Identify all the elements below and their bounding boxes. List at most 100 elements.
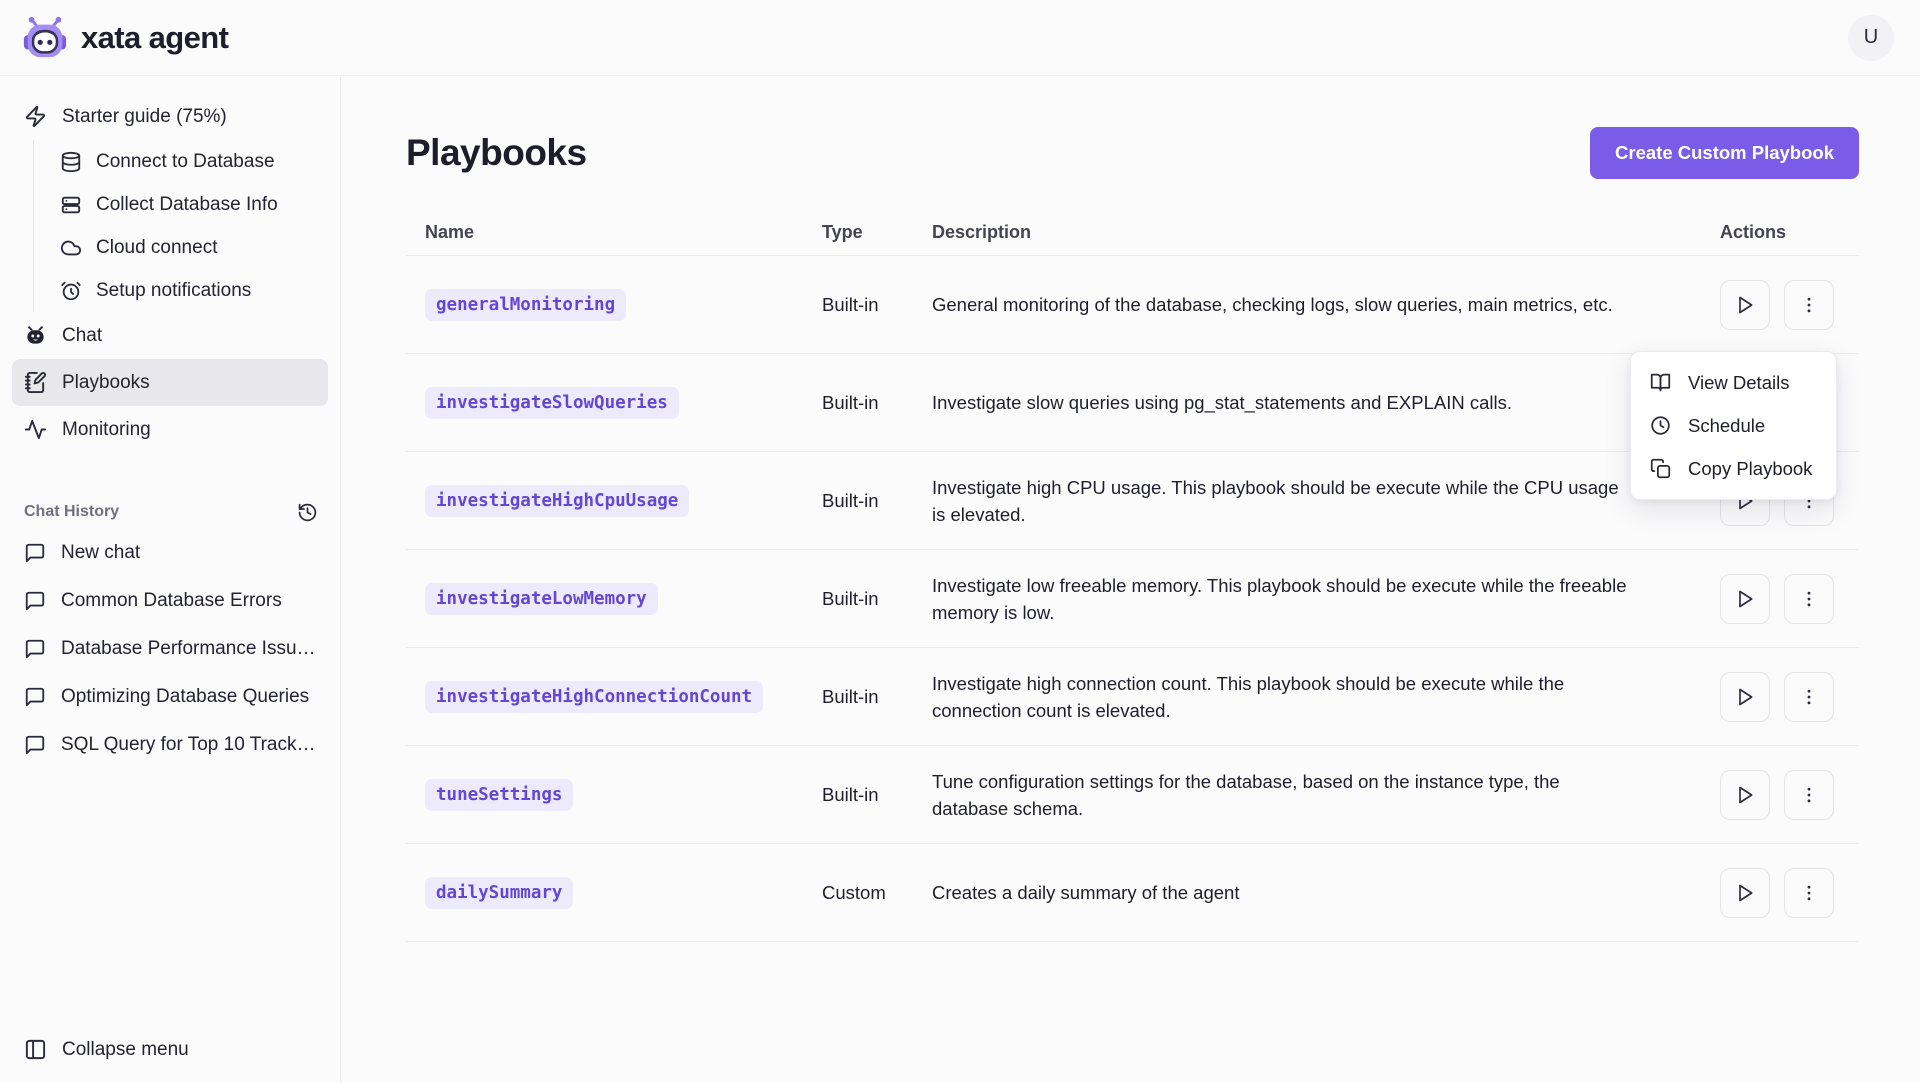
menu-item-label: Schedule — [1688, 415, 1765, 437]
message-square-icon — [24, 686, 46, 708]
menu-item-copy-playbook[interactable]: Copy Playbook — [1631, 447, 1836, 490]
menu-item-view-details[interactable]: View Details — [1631, 361, 1836, 404]
run-playbook-button[interactable] — [1720, 574, 1770, 624]
message-square-icon — [24, 638, 46, 660]
playbook-type-cell: Built-in — [822, 294, 932, 316]
user-avatar[interactable]: U — [1848, 15, 1894, 61]
row-menu-button[interactable] — [1784, 672, 1834, 722]
playbook-name-badge: investigateHighConnectionCount — [425, 681, 763, 713]
database-icon — [60, 151, 82, 173]
row-menu-button[interactable] — [1784, 280, 1834, 330]
sidebar-item-connect-to-database[interactable]: Connect to Database — [34, 140, 328, 183]
table-row: tuneSettings Built-in Tune configuration… — [406, 746, 1859, 844]
playbooks-table: Name Type Description Actions generalMon… — [406, 209, 1859, 942]
run-playbook-button[interactable] — [1720, 770, 1770, 820]
main-content: Playbooks Create Custom Playbook Name Ty… — [342, 77, 1920, 1083]
page-title: Playbooks — [406, 132, 587, 174]
column-header-type: Type — [822, 222, 932, 243]
table-row: generalMonitoring Built-in General monit… — [406, 256, 1859, 354]
chat-history-item[interactable]: SQL Query for Top 10 Tracks … — [12, 721, 328, 769]
alarm-clock-icon — [60, 280, 82, 302]
app-title: xata agent — [81, 20, 228, 56]
message-square-icon — [24, 734, 46, 756]
row-context-menu: View Details Schedule Copy Playbook — [1630, 351, 1837, 500]
playbook-description-cell: Investigate high connection count. This … — [932, 670, 1720, 724]
play-icon — [1735, 687, 1755, 707]
chat-history-item[interactable]: Common Database Errors — [12, 577, 328, 625]
history-icon[interactable] — [297, 502, 318, 523]
play-icon — [1735, 883, 1755, 903]
sidebar-item-monitoring[interactable]: Monitoring — [12, 406, 328, 453]
chat-history-section: Chat History New chat Common Database Er… — [12, 495, 328, 769]
panel-left-icon — [24, 1038, 47, 1061]
table-row: investigateLowMemory Built-in Investigat… — [406, 550, 1859, 648]
playbook-name-cell: tuneSettings — [406, 779, 822, 811]
playbook-actions-cell — [1720, 868, 1859, 918]
ellipsis-vertical-icon — [1799, 295, 1819, 315]
playbook-name-cell: investigateSlowQueries — [406, 387, 822, 419]
book-open-icon — [1650, 372, 1671, 393]
chat-history-item[interactable]: Database Performance Issue… — [12, 625, 328, 673]
ellipsis-vertical-icon — [1799, 687, 1819, 707]
row-menu-button[interactable] — [1784, 574, 1834, 624]
chat-history-item[interactable]: Optimizing Database Queries — [12, 673, 328, 721]
menu-item-label: View Details — [1688, 372, 1789, 394]
run-playbook-button[interactable] — [1720, 280, 1770, 330]
playbook-name-badge: tuneSettings — [425, 779, 573, 811]
playbook-name-badge: investigateLowMemory — [425, 583, 658, 615]
server-icon — [60, 194, 82, 216]
collapse-menu-button[interactable]: Collapse menu — [12, 1026, 328, 1073]
playbook-name-badge: investigateHighCpuUsage — [425, 485, 689, 517]
playbook-description-cell: Investigate slow queries using pg_stat_s… — [932, 389, 1720, 416]
column-header-description: Description — [932, 222, 1720, 243]
activity-icon — [24, 418, 47, 441]
playbook-name-cell: investigateLowMemory — [406, 583, 822, 615]
create-custom-playbook-button[interactable]: Create Custom Playbook — [1590, 127, 1859, 179]
column-header-actions: Actions — [1720, 222, 1859, 243]
starter-guide-subitems: Connect to Database Collect Database Inf… — [33, 140, 328, 312]
playbook-description-cell: General monitoring of the database, chec… — [932, 291, 1720, 318]
sidebar-item-starter-guide[interactable]: Starter guide (75%) — [12, 93, 328, 140]
sidebar-item-label: Connect to Database — [96, 151, 275, 173]
playbook-name-cell: dailySummary — [406, 877, 822, 909]
playbook-description-cell: Tune configuration settings for the data… — [932, 768, 1720, 822]
sidebar-item-label: Starter guide (75%) — [62, 106, 227, 128]
sidebar: Starter guide (75%) Connect to Database — [0, 77, 341, 1083]
sidebar-item-setup-notifications[interactable]: Setup notifications — [34, 269, 328, 312]
playbook-actions-cell — [1720, 280, 1859, 330]
playbook-type-cell: Built-in — [822, 784, 932, 806]
playbook-actions-cell — [1720, 574, 1859, 624]
playbook-name-cell: generalMonitoring — [406, 289, 822, 321]
playbook-actions-cell — [1720, 672, 1859, 722]
sidebar-item-chat[interactable]: Chat — [12, 312, 328, 359]
clock-icon — [1650, 415, 1671, 436]
row-menu-button[interactable] — [1784, 868, 1834, 918]
sidebar-item-cloud-connect[interactable]: Cloud connect — [34, 226, 328, 269]
ellipsis-vertical-icon — [1799, 589, 1819, 609]
playbook-description-cell: Creates a daily summary of the agent — [932, 879, 1720, 906]
xata-robot-logo-icon — [22, 15, 68, 61]
playbook-name-badge: generalMonitoring — [425, 289, 626, 321]
sidebar-item-playbooks[interactable]: Playbooks — [12, 359, 328, 406]
menu-item-schedule[interactable]: Schedule — [1631, 404, 1836, 447]
robot-icon — [24, 324, 47, 347]
chat-history-header: Chat History — [24, 503, 119, 521]
menu-item-label: Copy Playbook — [1688, 458, 1812, 480]
playbook-type-cell: Built-in — [822, 490, 932, 512]
message-square-icon — [24, 542, 46, 564]
sidebar-item-collect-database-info[interactable]: Collect Database Info — [34, 183, 328, 226]
row-menu-button[interactable] — [1784, 770, 1834, 820]
sidebar-item-label: Playbooks — [62, 372, 150, 394]
sidebar-item-label: Setup notifications — [96, 280, 251, 302]
run-playbook-button[interactable] — [1720, 672, 1770, 722]
run-playbook-button[interactable] — [1720, 868, 1770, 918]
brand: xata agent — [22, 15, 228, 61]
table-row: investigateHighConnectionCount Built-in … — [406, 648, 1859, 746]
play-icon — [1735, 785, 1755, 805]
ellipsis-vertical-icon — [1799, 883, 1819, 903]
chat-history-item[interactable]: New chat — [12, 529, 328, 577]
playbook-type-cell: Built-in — [822, 392, 932, 414]
sidebar-item-label: Cloud connect — [96, 237, 217, 259]
playbook-name-badge: investigateSlowQueries — [425, 387, 679, 419]
playbook-name-badge: dailySummary — [425, 877, 573, 909]
